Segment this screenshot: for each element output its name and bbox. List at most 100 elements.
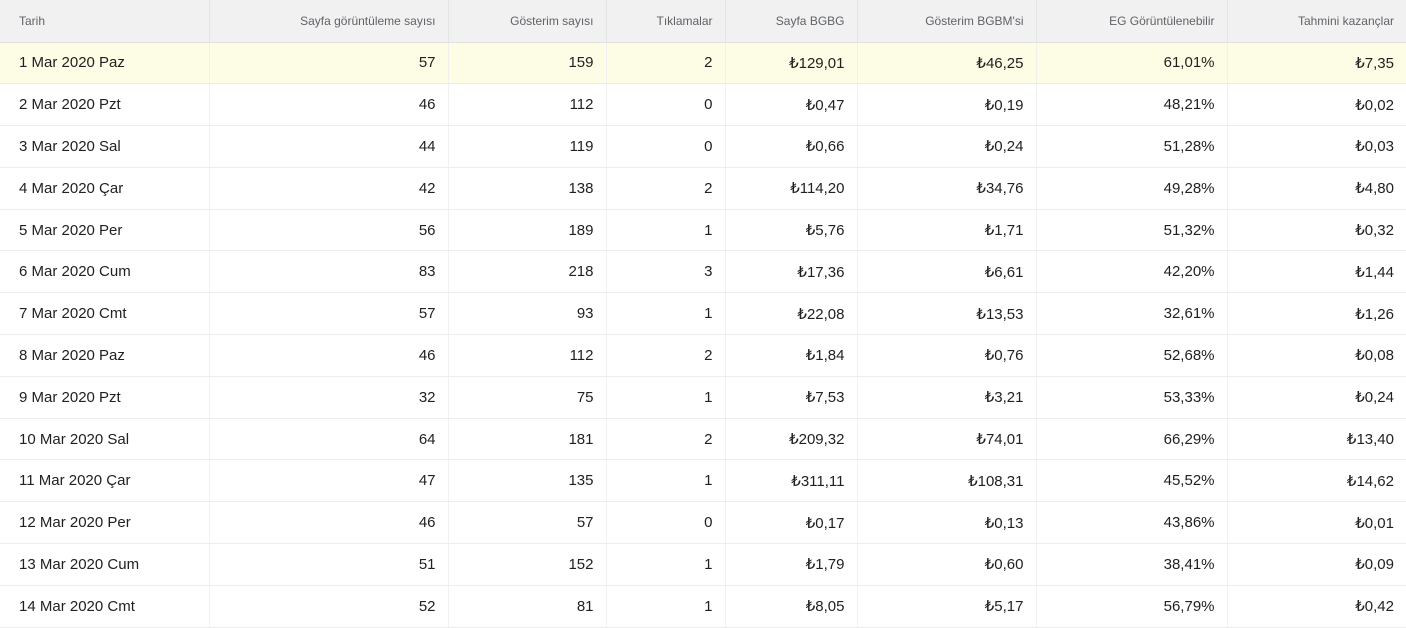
table-row[interactable]: 9 Mar 2020 Pzt 32 75 1 ₺7,53 ₺3,21 53,33% ₺0,24 bbox=[0, 376, 1406, 419]
cell-page-views: 64 bbox=[209, 418, 449, 461]
cell-date: 8 Mar 2020 Paz bbox=[0, 334, 210, 377]
cell-date: 3 Mar 2020 Sal bbox=[0, 125, 210, 168]
cell-estimated-earnings: ₺7,35 bbox=[1227, 42, 1406, 85]
column-header-date[interactable]: Tarih bbox=[0, 0, 210, 43]
cell-date: 10 Mar 2020 Sal bbox=[0, 418, 210, 461]
table-row[interactable]: 3 Mar 2020 Sal 44 119 0 ₺0,66 ₺0,24 51,28% ₺0,0… bbox=[0, 125, 1406, 168]
cell-impressions: 218 bbox=[448, 250, 607, 294]
cell-active-view-viewable: 38,41% bbox=[1036, 543, 1228, 586]
cell-estimated-earnings: ₺0,02 bbox=[1227, 83, 1406, 127]
cell-estimated-earnings: ₺14,62 bbox=[1227, 459, 1406, 503]
cell-page-rpm: ₺22,08 bbox=[725, 292, 858, 336]
report-table: Tarih Sayfa görüntüleme sayısı Gösterim … bbox=[0, 0, 1406, 628]
cell-active-view-viewable: 43,86% bbox=[1036, 501, 1228, 545]
cell-page-rpm: ₺1,84 bbox=[725, 334, 858, 377]
table-row[interactable]: 4 Mar 2020 Çar 42 138 2 ₺114,20 ₺34,76 49,28% ₺… bbox=[0, 167, 1406, 210]
cell-date: 9 Mar 2020 Pzt bbox=[0, 376, 210, 419]
table-row[interactable]: 5 Mar 2020 Per 56 189 1 ₺5,76 ₺1,71 51,32% ₺0,3… bbox=[0, 209, 1406, 252]
cell-estimated-earnings: ₺1,26 bbox=[1227, 292, 1406, 336]
cell-active-view-viewable: 45,52% bbox=[1036, 459, 1228, 503]
cell-impressions: 138 bbox=[448, 167, 607, 210]
cell-page-views: 51 bbox=[209, 543, 449, 586]
cell-active-view-viewable: 49,28% bbox=[1036, 167, 1228, 210]
table-row[interactable]: 7 Mar 2020 Cmt 57 93 1 ₺22,08 ₺13,53 32,61% ₺1,… bbox=[0, 292, 1406, 336]
cell-page-rpm: ₺0,17 bbox=[725, 501, 858, 545]
cell-impressions: 189 bbox=[448, 209, 607, 252]
cell-date: 13 Mar 2020 Cum bbox=[0, 543, 210, 586]
cell-impressions: 57 bbox=[448, 501, 607, 545]
cell-impression-rpm: ₺3,21 bbox=[857, 376, 1037, 419]
cell-page-rpm: ₺114,20 bbox=[725, 167, 858, 210]
cell-date: 2 Mar 2020 Pzt bbox=[0, 83, 210, 127]
cell-impressions: 181 bbox=[448, 418, 607, 461]
column-header-estimated-earnings[interactable]: Tahmini kazançlar bbox=[1227, 0, 1406, 43]
cell-clicks: 2 bbox=[606, 42, 726, 85]
cell-page-views: 46 bbox=[209, 334, 449, 377]
cell-page-rpm: ₺7,53 bbox=[725, 376, 858, 419]
column-header-page-rpm[interactable]: Sayfa BGBG bbox=[725, 0, 858, 43]
cell-date: 11 Mar 2020 Çar bbox=[0, 459, 210, 503]
cell-impression-rpm: ₺6,61 bbox=[857, 250, 1037, 294]
cell-estimated-earnings: ₺0,01 bbox=[1227, 501, 1406, 545]
cell-page-views: 83 bbox=[209, 250, 449, 294]
cell-impressions: 159 bbox=[448, 42, 607, 85]
cell-estimated-earnings: ₺0,32 bbox=[1227, 209, 1406, 252]
column-header-impression-rpm[interactable]: Gösterim BGBM'si bbox=[857, 0, 1037, 43]
cell-page-views: 57 bbox=[209, 292, 449, 336]
cell-impression-rpm: ₺0,13 bbox=[857, 501, 1037, 545]
cell-estimated-earnings: ₺1,44 bbox=[1227, 250, 1406, 294]
column-header-page-views[interactable]: Sayfa görüntüleme sayısı bbox=[209, 0, 449, 43]
column-header-clicks[interactable]: Tıklamalar bbox=[606, 0, 726, 43]
table-row[interactable]: 6 Mar 2020 Cum 83 218 3 ₺17,36 ₺6,61 42,20% ₺1,… bbox=[0, 250, 1406, 294]
cell-clicks: 1 bbox=[606, 209, 726, 252]
table-row[interactable]: 1 Mar 2020 Paz 57 159 2 ₺129,01 ₺46,25 61,01% ₺… bbox=[0, 42, 1406, 85]
cell-estimated-earnings: ₺0,08 bbox=[1227, 334, 1406, 377]
cell-page-rpm: ₺0,47 bbox=[725, 83, 858, 127]
cell-page-rpm: ₺1,79 bbox=[725, 543, 858, 586]
cell-active-view-viewable: 53,33% bbox=[1036, 376, 1228, 419]
cell-active-view-viewable: 48,21% bbox=[1036, 83, 1228, 127]
cell-page-views: 57 bbox=[209, 42, 449, 85]
header-row: Tarih Sayfa görüntüleme sayısı Gösterim … bbox=[0, 0, 1406, 43]
cell-impression-rpm: ₺13,53 bbox=[857, 292, 1037, 336]
cell-active-view-viewable: 61,01% bbox=[1036, 42, 1228, 85]
cell-clicks: 0 bbox=[606, 83, 726, 127]
cell-clicks: 2 bbox=[606, 167, 726, 210]
cell-clicks: 1 bbox=[606, 459, 726, 503]
cell-active-view-viewable: 52,68% bbox=[1036, 334, 1228, 377]
table-header: Tarih Sayfa görüntüleme sayısı Gösterim … bbox=[0, 0, 1406, 43]
table-row[interactable]: 13 Mar 2020 Cum 51 152 1 ₺1,79 ₺0,60 38,41% ₺0,… bbox=[0, 543, 1406, 586]
cell-date: 1 Mar 2020 Paz bbox=[0, 42, 210, 85]
cell-impressions: 112 bbox=[448, 334, 607, 377]
table-row[interactable]: 11 Mar 2020 Çar 47 135 1 ₺311,11 ₺108,31 45,52… bbox=[0, 459, 1406, 503]
cell-impressions: 75 bbox=[448, 376, 607, 419]
cell-page-views: 46 bbox=[209, 83, 449, 127]
cell-impression-rpm: ₺34,76 bbox=[857, 167, 1037, 210]
cell-date: 4 Mar 2020 Çar bbox=[0, 167, 210, 210]
cell-impressions: 93 bbox=[448, 292, 607, 336]
cell-clicks: 3 bbox=[606, 250, 726, 294]
cell-active-view-viewable: 66,29% bbox=[1036, 418, 1228, 461]
cell-impression-rpm: ₺0,76 bbox=[857, 334, 1037, 377]
cell-estimated-earnings: ₺4,80 bbox=[1227, 167, 1406, 210]
cell-page-rpm: ₺129,01 bbox=[725, 42, 858, 85]
cell-date: 12 Mar 2020 Per bbox=[0, 501, 210, 545]
cell-impressions: 119 bbox=[448, 125, 607, 168]
cell-date: 6 Mar 2020 Cum bbox=[0, 250, 210, 294]
cell-clicks: 0 bbox=[606, 125, 726, 168]
column-header-active-view-viewable[interactable]: EG Görüntülenebilir bbox=[1036, 0, 1228, 43]
cell-impression-rpm: ₺0,24 bbox=[857, 125, 1037, 168]
cell-page-views: 56 bbox=[209, 209, 449, 252]
column-header-impressions[interactable]: Gösterim sayısı bbox=[448, 0, 607, 43]
cell-page-rpm: ₺17,36 bbox=[725, 250, 858, 294]
cell-page-rpm: ₺311,11 bbox=[725, 459, 858, 503]
table-row[interactable]: 12 Mar 2020 Per 46 57 0 ₺0,17 ₺0,13 43,86% ₺0,0… bbox=[0, 501, 1406, 545]
table-row[interactable]: 2 Mar 2020 Pzt 46 112 0 ₺0,47 ₺0,19 48,21% ₺0,0… bbox=[0, 83, 1406, 127]
table-row[interactable]: 8 Mar 2020 Paz 46 112 2 ₺1,84 ₺0,76 52,68% ₺0,0… bbox=[0, 334, 1406, 377]
cell-estimated-earnings: ₺13,40 bbox=[1227, 418, 1406, 461]
cell-active-view-viewable: 42,20% bbox=[1036, 250, 1228, 294]
cell-clicks: 2 bbox=[606, 334, 726, 377]
cell-clicks: 1 bbox=[606, 376, 726, 419]
cell-page-rpm: ₺209,32 bbox=[725, 418, 858, 461]
table-row[interactable]: 10 Mar 2020 Sal 64 181 2 ₺209,32 ₺74,01 66,29%… bbox=[0, 418, 1406, 461]
